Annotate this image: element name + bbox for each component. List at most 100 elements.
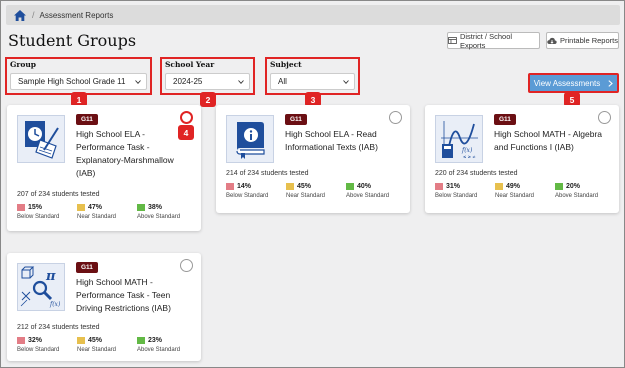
below-standard-label: Below Standard: [435, 193, 478, 199]
school-year-select[interactable]: 2024-25: [165, 73, 250, 90]
above-standard-value: 38%: [148, 204, 163, 211]
math-performance-task-icon: π f(x): [17, 263, 65, 311]
near-standard-value: 49%: [506, 183, 521, 190]
cloud-download-icon: [547, 37, 557, 44]
breadcrumb: / Assessment Reports: [6, 5, 620, 25]
below-standard-label: Below Standard: [226, 193, 269, 199]
above-standard-swatch: [555, 183, 563, 190]
near-standard-swatch: [495, 183, 503, 190]
above-standard-label: Above Standard: [346, 193, 390, 199]
above-standard-label: Above Standard: [137, 214, 181, 220]
card-select-radio[interactable]: [598, 111, 611, 124]
near-standard-swatch: [77, 337, 85, 344]
svg-text:≤ ≥ ≠: ≤ ≥ ≠: [463, 154, 476, 159]
near-standard-value: 47%: [88, 204, 103, 211]
grade-badge: G11: [76, 262, 98, 273]
students-tested: 207 of 234 students tested: [17, 191, 100, 198]
students-tested: 214 of 234 students tested: [226, 170, 309, 177]
grade-badge: G11: [76, 114, 98, 125]
school-year-filter: School Year 2024-25: [160, 57, 255, 95]
assessment-card[interactable]: G11 High School ELA - Performance Task -…: [7, 105, 201, 231]
near-standard-swatch: [286, 183, 294, 190]
below-standard-label: Below Standard: [17, 214, 60, 220]
performance-stats: 32% Below Standard 45% Near Standard 23% Ab…: [17, 337, 197, 353]
above-standard-label: Above Standard: [555, 193, 599, 199]
near-standard-value: 45%: [297, 183, 312, 190]
card-select-radio[interactable]: [389, 111, 402, 124]
chevron-down-icon: [238, 79, 244, 84]
below-standard-swatch: [435, 183, 443, 190]
app-frame: / Assessment Reports Student Groups Dist…: [0, 0, 625, 368]
chevron-down-icon: [343, 79, 349, 84]
students-tested: 220 of 234 students tested: [435, 170, 518, 177]
below-standard-label: Below Standard: [17, 347, 60, 353]
card-title[interactable]: High School MATH - Algebra and Functions…: [494, 128, 612, 154]
home-icon[interactable]: [14, 9, 26, 21]
callout-badge-4: 4: [178, 125, 194, 140]
near-standard-label: Near Standard: [495, 193, 535, 199]
assessment-card[interactable]: π f(x) G11 High School MATH - Performanc…: [7, 253, 201, 361]
above-standard-value: 40%: [357, 183, 372, 190]
above-standard-value: 23%: [148, 337, 163, 344]
table-icon: [448, 37, 457, 44]
district-school-exports-button[interactable]: District / School Exports: [447, 31, 540, 50]
below-standard-value: 31%: [446, 183, 461, 190]
above-standard-label: Above Standard: [137, 347, 181, 353]
performance-stats: 15% Below Standard 47% Near Standard 38% Ab…: [17, 204, 197, 220]
school-year-select-value: 2024-25: [173, 77, 203, 86]
below-standard-swatch: [17, 337, 25, 344]
performance-stats: 14% Below Standard 45% Near Standard 40% Ab…: [226, 183, 406, 199]
subject-select[interactable]: All: [270, 73, 355, 90]
subject-filter-label: Subject: [270, 60, 302, 69]
ela-performance-task-icon: [17, 115, 65, 163]
printable-reports-label: Printable Reports: [560, 36, 618, 45]
subject-filter: Subject All: [265, 57, 360, 95]
group-filter-label: Group: [10, 60, 37, 69]
students-tested: 212 of 234 students tested: [17, 324, 100, 331]
above-standard-value: 20%: [566, 183, 581, 190]
card-title[interactable]: High School ELA - Performance Task - Exp…: [76, 128, 194, 180]
group-filter: Group Sample High School Grade 11: [5, 57, 152, 95]
chevron-down-icon: [135, 79, 141, 84]
group-select[interactable]: Sample High School Grade 11: [10, 73, 147, 90]
breadcrumb-separator: /: [32, 10, 35, 20]
school-year-filter-label: School Year: [165, 60, 215, 69]
ela-book-info-icon: [226, 115, 274, 163]
callout-badge-2: 2: [200, 92, 216, 107]
above-standard-swatch: [346, 183, 354, 190]
grade-badge: G11: [285, 114, 307, 125]
svg-text:f(x): f(x): [461, 147, 473, 154]
svg-text:π: π: [45, 269, 56, 284]
below-standard-swatch: [17, 204, 25, 211]
chevron-right-icon: [608, 79, 614, 87]
near-standard-label: Near Standard: [77, 214, 117, 220]
performance-stats: 31% Below Standard 49% Near Standard 20% Ab…: [435, 183, 615, 199]
below-standard-value: 14%: [237, 183, 252, 190]
view-assessments-label: View Assessments: [533, 78, 601, 88]
above-standard-swatch: [137, 204, 145, 211]
above-standard-swatch: [137, 337, 145, 344]
below-standard-value: 32%: [28, 337, 43, 344]
card-title[interactable]: High School ELA - Read Informational Tex…: [285, 128, 403, 154]
below-standard-swatch: [226, 183, 234, 190]
svg-text:f(x): f(x): [49, 301, 61, 308]
grade-badge: G11: [494, 114, 516, 125]
card-title[interactable]: High School MATH - Performance Task - Te…: [76, 276, 194, 315]
near-standard-label: Near Standard: [77, 347, 117, 353]
near-standard-value: 45%: [88, 337, 103, 344]
district-exports-label: District / School Exports: [459, 31, 513, 50]
card-select-radio[interactable]: [180, 259, 193, 272]
below-standard-value: 15%: [28, 204, 43, 211]
view-assessments-button[interactable]: View Assessments: [528, 73, 619, 93]
printable-reports-button[interactable]: Printable Reports: [546, 32, 619, 49]
near-standard-label: Near Standard: [286, 193, 326, 199]
card-select-radio[interactable]: [180, 111, 193, 124]
breadcrumb-current: Assessment Reports: [39, 10, 114, 20]
page-title: Student Groups: [8, 31, 137, 50]
near-standard-swatch: [77, 204, 85, 211]
assessment-card[interactable]: G11 High School ELA - Read Informational…: [216, 105, 410, 213]
assessment-card[interactable]: f(x) ≤ ≥ ≠ G11 High School MATH - Algebr…: [425, 105, 619, 213]
subject-select-value: All: [278, 77, 287, 86]
math-graph-calculator-icon: f(x) ≤ ≥ ≠: [435, 115, 483, 163]
group-select-value: Sample High School Grade 11: [18, 77, 126, 86]
